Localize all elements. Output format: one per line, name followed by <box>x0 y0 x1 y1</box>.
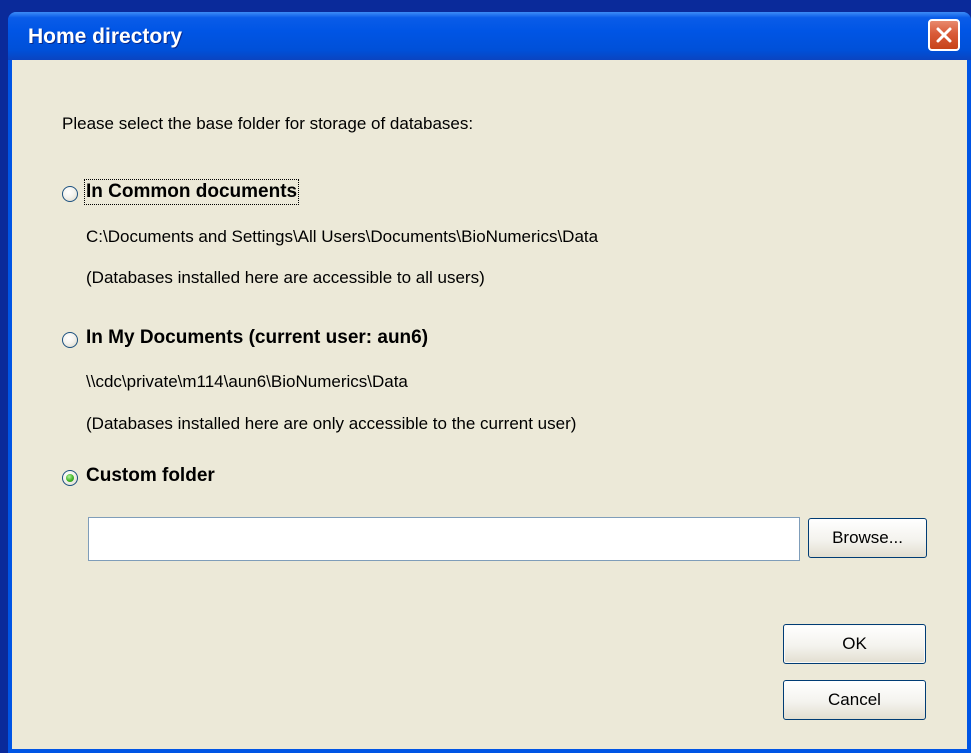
my-documents-path: \\cdc\private\m114\aun6\BioNumerics\Data <box>86 372 408 391</box>
cancel-button[interactable]: Cancel <box>783 680 926 720</box>
radio-my-documents[interactable] <box>62 332 78 348</box>
my-documents-note: (Databases installed here are only acces… <box>86 414 577 433</box>
dialog-body: Please select the base folder for storag… <box>12 60 967 749</box>
browse-button[interactable]: Browse... <box>808 518 927 558</box>
custom-folder-input[interactable] <box>88 517 800 561</box>
option-label-my-documents[interactable]: In My Documents (current user: aun6) <box>86 327 428 349</box>
radio-custom-folder[interactable] <box>62 470 78 486</box>
instruction-text: Please select the base folder for storag… <box>62 114 474 133</box>
window-frame-bottom <box>8 749 971 753</box>
common-documents-path: C:\Documents and Settings\All Users\Docu… <box>86 227 599 246</box>
title-bar[interactable]: Home directory <box>8 12 971 60</box>
close-button[interactable] <box>928 19 960 51</box>
common-documents-note: (Databases installed here are accessible… <box>86 268 485 287</box>
radio-selected-dot <box>66 474 74 482</box>
option-label-common-documents[interactable]: In Common documents <box>83 179 300 205</box>
option-label-custom-folder[interactable]: Custom folder <box>86 465 215 487</box>
window-title: Home directory <box>28 25 183 48</box>
radio-common-documents[interactable] <box>62 186 78 202</box>
home-directory-dialog: Home directory Please select the base fo… <box>8 12 971 753</box>
ok-button[interactable]: OK <box>783 624 926 664</box>
close-icon <box>936 27 952 43</box>
